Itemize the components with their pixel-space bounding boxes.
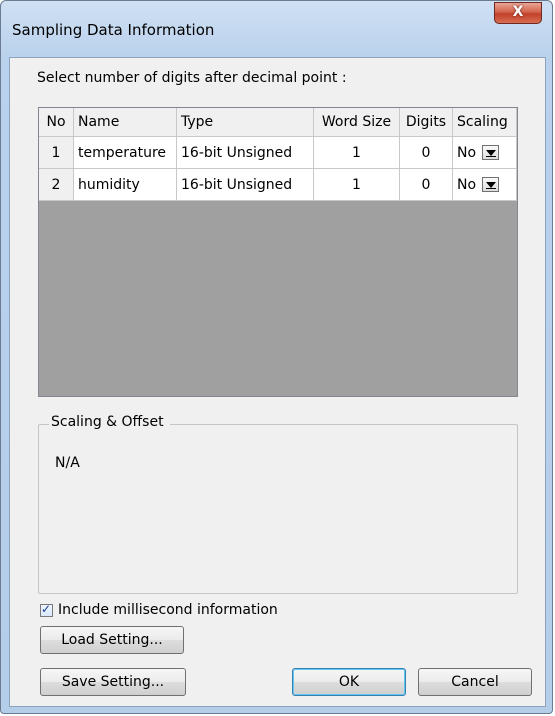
column-header-word-size[interactable]: Word Size xyxy=(313,108,400,137)
save-setting-button[interactable]: Save Setting... xyxy=(40,668,186,696)
scaling-value: No xyxy=(457,176,477,193)
table-row[interactable]: 2 humidity 16-bit Unsigned 1 0 No xyxy=(39,168,517,201)
load-setting-button[interactable]: Load Setting... xyxy=(40,626,184,654)
scaling-value: No xyxy=(457,144,477,161)
include-ms-label[interactable]: Include millisecond information xyxy=(58,602,278,618)
group-label: Scaling & Offset xyxy=(49,414,170,430)
cell-name[interactable]: humidity xyxy=(73,168,177,201)
cell-word-size[interactable]: 1 xyxy=(313,168,400,201)
digits-prompt-label: Select number of digits after decimal po… xyxy=(37,70,347,86)
column-header-name[interactable]: Name xyxy=(73,108,177,137)
table-row[interactable]: 1 temperature 16-bit Unsigned 1 0 No xyxy=(39,136,517,169)
cell-digits[interactable]: 0 xyxy=(399,168,453,201)
close-icon: X xyxy=(512,4,524,20)
sampling-table: No Name Type Word Size Digits Scaling 1 … xyxy=(39,108,517,201)
cancel-button[interactable]: Cancel xyxy=(418,668,532,696)
title-bar[interactable]: Sampling Data Information X xyxy=(1,1,552,57)
dialog-window: Sampling Data Information X Select numbe… xyxy=(0,0,553,714)
cell-no: 2 xyxy=(39,168,74,201)
table-header-row: No Name Type Word Size Digits Scaling xyxy=(39,108,517,137)
cell-scaling[interactable]: No xyxy=(452,136,517,169)
close-button[interactable]: X xyxy=(494,2,542,24)
cell-type[interactable]: 16-bit Unsigned xyxy=(176,136,314,169)
dialog-client-area: Select number of digits after decimal po… xyxy=(9,57,546,707)
cell-scaling[interactable]: No xyxy=(452,168,517,201)
window-title: Sampling Data Information xyxy=(12,21,215,39)
ok-button[interactable]: OK xyxy=(292,668,406,696)
scaling-offset-value: N/A xyxy=(55,455,80,471)
dropdown-arrow-icon[interactable] xyxy=(482,177,500,192)
column-header-scaling[interactable]: Scaling xyxy=(452,108,517,137)
data-grid[interactable]: No Name Type Word Size Digits Scaling 1 … xyxy=(38,107,518,397)
cell-type[interactable]: 16-bit Unsigned xyxy=(176,168,314,201)
cell-digits[interactable]: 0 xyxy=(399,136,453,169)
column-header-no[interactable]: No xyxy=(39,108,74,137)
column-header-type[interactable]: Type xyxy=(176,108,314,137)
column-header-digits[interactable]: Digits xyxy=(399,108,453,137)
scaling-offset-group: Scaling & Offset N/A xyxy=(38,414,518,594)
include-ms-checkbox[interactable] xyxy=(40,602,53,617)
cell-word-size[interactable]: 1 xyxy=(313,136,400,169)
cell-name[interactable]: temperature xyxy=(73,136,177,169)
cell-no: 1 xyxy=(39,136,74,169)
dropdown-arrow-icon[interactable] xyxy=(482,145,500,160)
include-ms-option[interactable]: Include millisecond information xyxy=(40,602,278,618)
